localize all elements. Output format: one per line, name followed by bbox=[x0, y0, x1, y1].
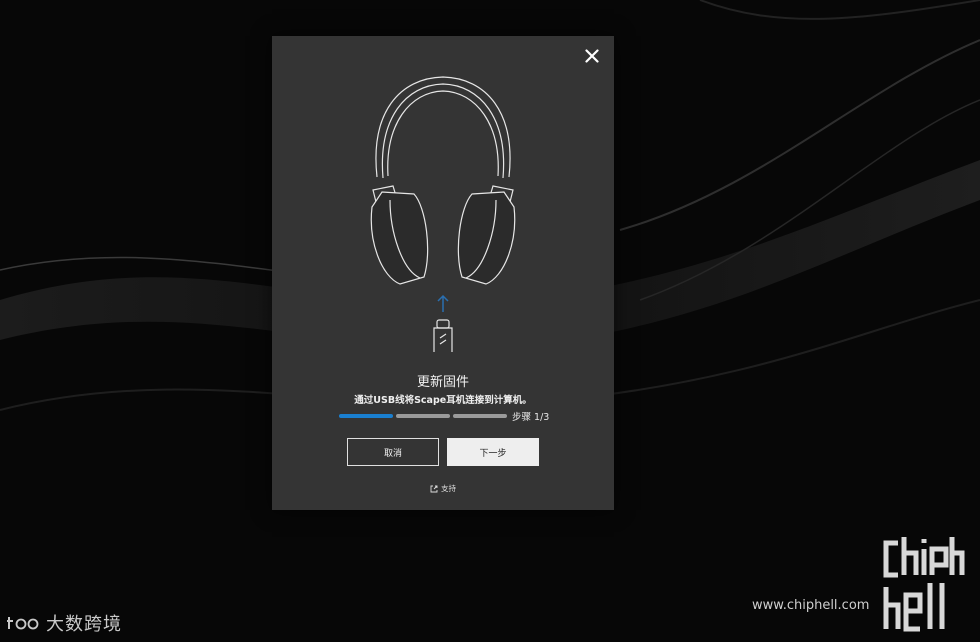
support-link[interactable]: 支持 bbox=[272, 483, 614, 494]
up-arrow-icon bbox=[437, 294, 449, 312]
progress-segment-2 bbox=[396, 414, 450, 418]
progress-segment-1 bbox=[339, 414, 393, 418]
step-label: 步骤 1/3 bbox=[512, 412, 550, 423]
progress-segment-3 bbox=[453, 414, 507, 418]
chiphell-logo bbox=[883, 537, 965, 632]
headphones-usb-illustration bbox=[370, 76, 516, 352]
watermark-left-logo bbox=[7, 617, 39, 630]
next-button[interactable]: 下一步 bbox=[447, 438, 539, 466]
external-link-icon bbox=[430, 485, 438, 492]
watermark-left-text: 大数跨境 bbox=[46, 614, 122, 635]
headphones-icon bbox=[370, 76, 516, 285]
watermark-left: 大数跨境 bbox=[6, 610, 122, 636]
close-icon bbox=[585, 49, 599, 63]
close-button[interactable] bbox=[578, 42, 606, 70]
watermark-url: www.chiphell.com bbox=[752, 598, 870, 613]
cancel-button[interactable]: 取消 bbox=[347, 438, 439, 466]
dialog-title: 更新固件 bbox=[416, 375, 469, 390]
usb-c-cable-icon bbox=[433, 319, 453, 352]
dialog-instruction: 通过USB线将Scape耳机连接到计算机。 bbox=[354, 395, 532, 406]
support-link-label: 支持 bbox=[441, 484, 456, 493]
firmware-update-dialog: 更新固件 通过USB线将Scape耳机连接到计算机。 步骤 1/3 取消 下一步… bbox=[272, 36, 614, 510]
step-progress: 步骤 1/3 bbox=[339, 410, 550, 423]
